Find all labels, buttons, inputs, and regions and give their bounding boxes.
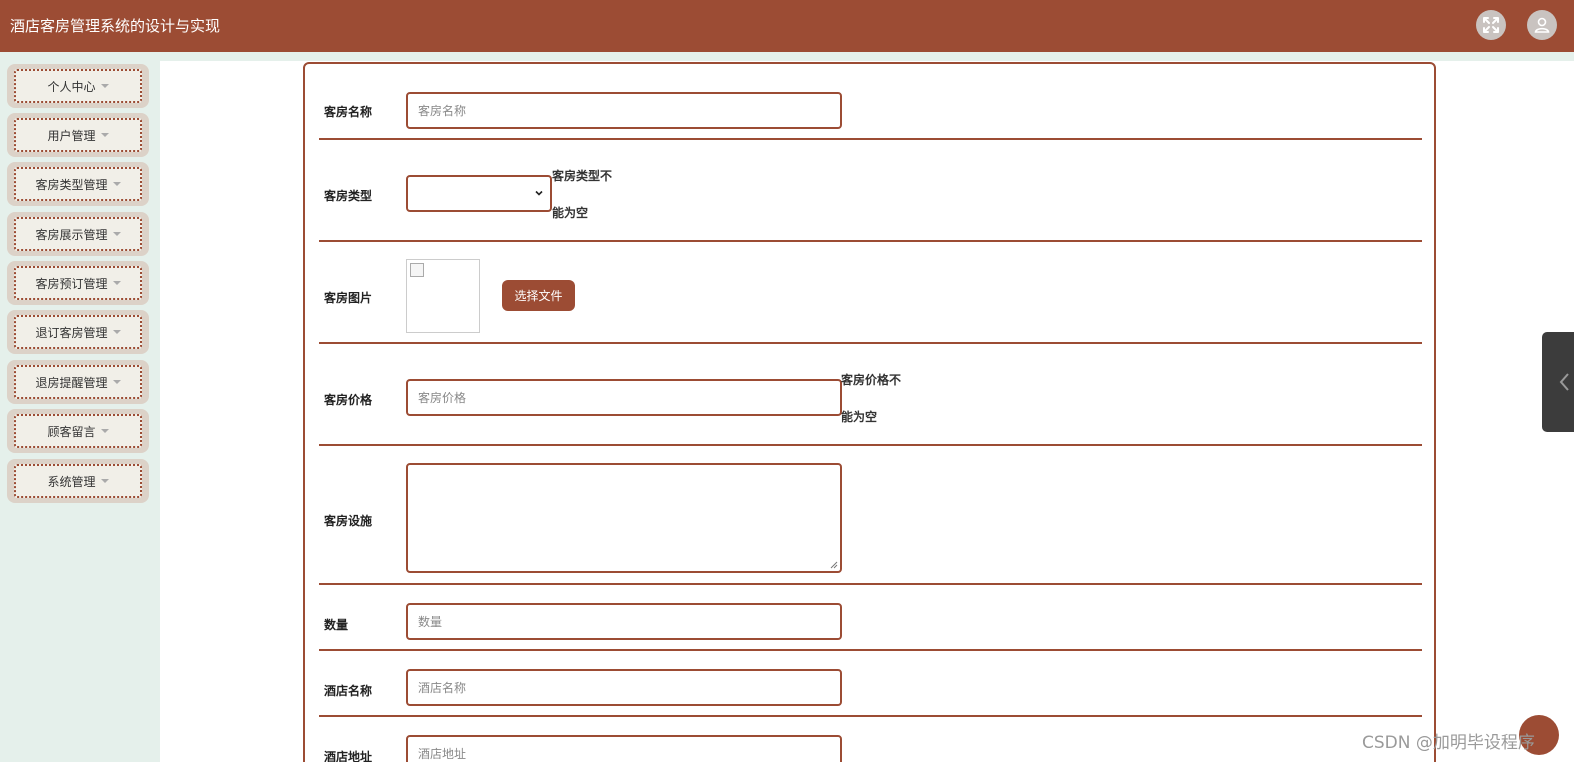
- header-band: [0, 52, 1574, 61]
- hotel-name-label: 酒店名称: [324, 684, 373, 698]
- sidebar-item-label: 客房类型管理: [35, 177, 108, 192]
- sidebar-item-frame: 客房类型管理: [14, 167, 142, 201]
- form-row-quantity: 数量: [319, 585, 1422, 651]
- sidebar-item-label: 退房提醒管理: [35, 375, 108, 390]
- broken-image-icon: [410, 263, 424, 277]
- room-price-error-line1: 客房价格不: [841, 373, 902, 387]
- sidebar-item-room-booking-management[interactable]: 客房预订管理: [7, 261, 149, 305]
- caret-down-icon: [112, 281, 121, 285]
- app-title: 酒店客房管理系统的设计与实现: [10, 17, 221, 35]
- form-row-room-image: 客房图片 选择文件: [319, 242, 1422, 344]
- caret-down-icon: [100, 133, 109, 137]
- sidebar-item-frame: 客房预订管理: [14, 266, 142, 300]
- room-image-preview: [406, 259, 480, 333]
- sidebar-item-label: 退订客房管理: [35, 325, 108, 340]
- form-row-room-facilities: 客房设施: [319, 446, 1422, 585]
- quantity-input[interactable]: [406, 603, 842, 640]
- caret-down-icon: [100, 84, 109, 88]
- sidebar-item-personal-center[interactable]: 个人中心: [7, 64, 149, 108]
- caret-down-icon: [112, 232, 121, 236]
- sidebar-item-label: 客房展示管理: [35, 227, 108, 242]
- hotel-name-input[interactable]: [406, 669, 842, 706]
- caret-down-icon: [112, 182, 121, 186]
- room-price-input[interactable]: [406, 379, 842, 416]
- sidebar-item-frame: 退订客房管理: [14, 315, 142, 349]
- sidebar-item-label: 个人中心: [47, 79, 96, 94]
- caret-down-icon: [112, 330, 121, 334]
- hotel-address-input[interactable]: [406, 735, 842, 762]
- sidebar-item-frame: 顾客留言: [14, 414, 142, 448]
- side-panel-toggle[interactable]: [1542, 332, 1574, 432]
- expand-icon[interactable]: [1476, 10, 1506, 40]
- sidebar-item-label: 用户管理: [47, 128, 96, 143]
- form-row-room-price: 客房价格 客房价格不 能为空: [319, 344, 1422, 446]
- sidebar-item-system-management[interactable]: 系统管理: [7, 459, 149, 503]
- room-facilities-label: 客房设施: [324, 514, 373, 528]
- sidebar-item-label: 顾客留言: [47, 424, 96, 439]
- top-bar: 酒店客房管理系统的设计与实现: [0, 0, 1574, 52]
- caret-down-icon: [100, 479, 109, 483]
- chevron-left-icon: [1559, 373, 1569, 391]
- form-row-hotel-name: 酒店名称: [319, 651, 1422, 717]
- room-facilities-textarea[interactable]: [406, 463, 842, 573]
- expand-icon-glyph: [1483, 17, 1499, 33]
- form-row-hotel-address: 酒店地址: [319, 717, 1422, 762]
- room-form: 客房名称 客房类型 客房类型不 能为空 客房图片 选择文件 客房价格 客房价格不…: [303, 62, 1436, 762]
- user-icon-glyph: [1534, 17, 1550, 33]
- sidebar-item-frame: 用户管理: [14, 118, 142, 152]
- sidebar-item-checkout-reminder-management[interactable]: 退房提醒管理: [7, 360, 149, 404]
- caret-down-icon: [112, 380, 121, 384]
- sidebar-item-room-type-management[interactable]: 客房类型管理: [7, 162, 149, 206]
- sidebar-item-frame: 客房展示管理: [14, 217, 142, 251]
- sidebar-item-room-display-management[interactable]: 客房展示管理: [7, 212, 149, 256]
- sidebar-item-label: 客房预订管理: [35, 276, 108, 291]
- resize-grip-icon[interactable]: [830, 561, 838, 569]
- room-name-label: 客房名称: [324, 105, 373, 119]
- sidebar-item-user-management[interactable]: 用户管理: [7, 113, 149, 157]
- room-type-label: 客房类型: [324, 189, 373, 203]
- sidebar-item-frame: 退房提醒管理: [14, 365, 142, 399]
- sidebar-item-frame: 系统管理: [14, 464, 142, 498]
- form-row-room-name: 客房名称: [319, 64, 1422, 140]
- sidebar: 个人中心 用户管理 客房类型管理 客房展示管理 客房预订管理 退订客房管理 退房…: [0, 52, 160, 762]
- chevron-down-icon: [535, 190, 543, 196]
- room-type-select[interactable]: [406, 175, 552, 212]
- sidebar-item-customer-messages[interactable]: 顾客留言: [7, 409, 149, 453]
- room-price-error-line2: 能为空: [841, 410, 878, 424]
- room-name-input[interactable]: [406, 92, 842, 129]
- room-type-error-line2: 能为空: [552, 206, 589, 220]
- watermark: CSDN @加明毕设程序: [1362, 733, 1535, 753]
- sidebar-item-frame: 个人中心: [14, 69, 142, 103]
- room-type-error-line1: 客房类型不: [552, 169, 613, 183]
- choose-file-button[interactable]: 选择文件: [502, 280, 575, 311]
- quantity-label: 数量: [324, 618, 349, 632]
- room-price-label: 客房价格: [324, 393, 373, 407]
- caret-down-icon: [100, 429, 109, 433]
- room-image-label: 客房图片: [324, 291, 373, 305]
- user-icon[interactable]: [1527, 10, 1557, 40]
- form-row-room-type: 客房类型 客房类型不 能为空: [319, 140, 1422, 242]
- hotel-address-label: 酒店地址: [324, 750, 373, 762]
- sidebar-item-room-cancellation-management[interactable]: 退订客房管理: [7, 310, 149, 354]
- sidebar-item-label: 系统管理: [47, 474, 96, 489]
